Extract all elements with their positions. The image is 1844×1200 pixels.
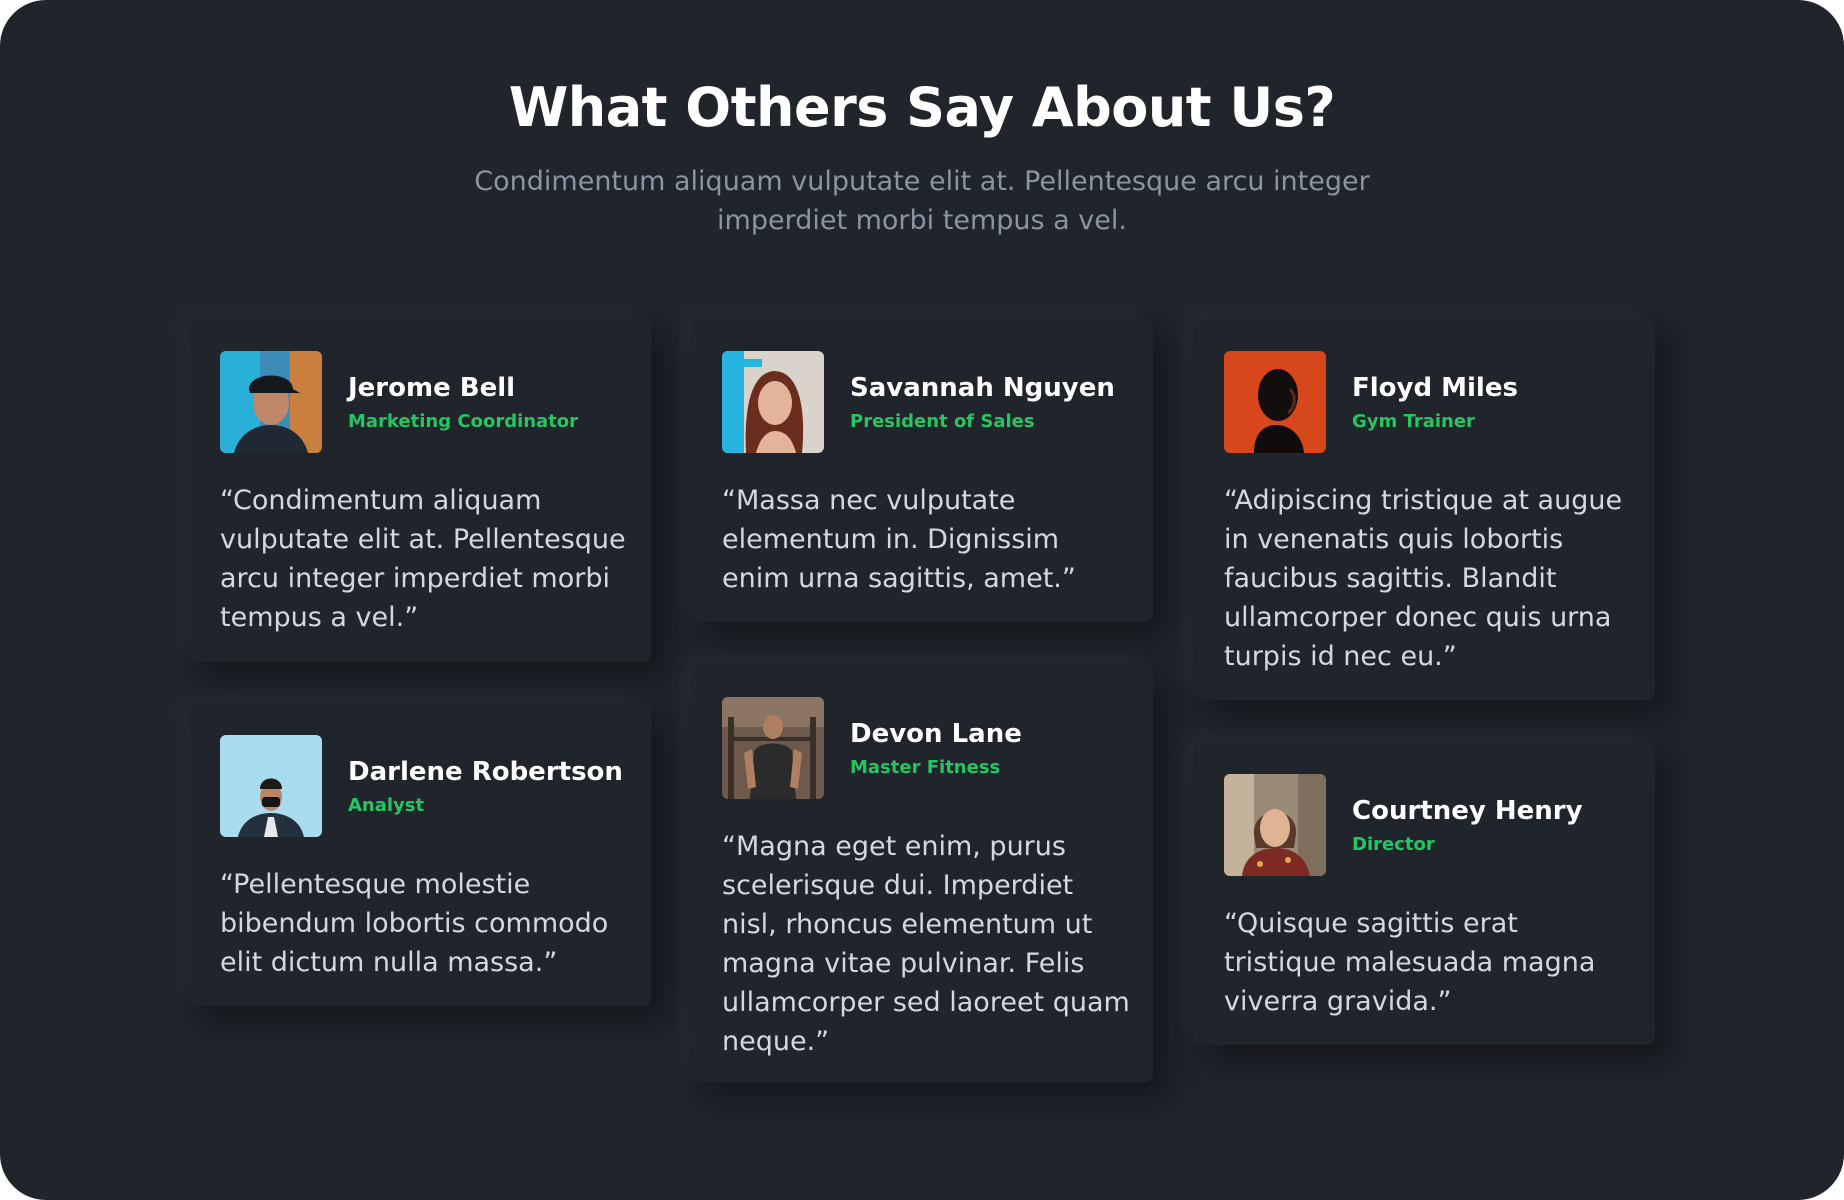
reviewer-role: President of Sales [850,411,1035,432]
testimonial-quote: “Magna eget enim, purus scelerisque dui.… [722,831,1130,1057]
avatar-woman-portrait-photo [722,351,824,453]
testimonial-card-savannah-nguyen: Savannah Nguyen President of Sales “Mass… [691,319,1153,622]
section-title: What Others Say About Us? [508,76,1336,139]
section-subtitle: Condimentum aliquam vulputate elit at. P… [474,166,1370,236]
reviewer-role: Analyst [348,795,425,816]
reviewer-role: Master Fitness [850,757,1001,778]
reviewer-role: Marketing Coordinator [348,411,579,432]
avatar-man-gym-photo [722,697,824,799]
testimonial-quote: “Quisque sagittis erat tristique malesua… [1224,908,1596,1017]
testimonial-quote: “Adipiscing tristique at augue in venena… [1224,485,1623,672]
testimonial-card-floyd-miles: Floyd Miles Gym Trainer “Adipiscing tris… [1193,319,1655,700]
avatar-man-orange-photo [1224,351,1326,453]
testimonial-quote: “Condimentum aliquam vulputate elit at. … [220,485,626,633]
testimonial-card-jerome-bell: Jerome Bell Marketing Coordinator “Condi… [189,319,651,662]
avatar-person-mask-photo [220,735,322,837]
avatar-man-cap-photo [220,351,322,453]
avatar-woman-smiling-photo [1224,774,1326,876]
testimonial-quote: “Massa nec vulputate elementum in. Digni… [722,485,1076,594]
testimonial-quote: “Pellentesque molestie bibendum lobortis… [220,869,609,978]
testimonial-card-devon-lane: Devon Lane Master Fitness “Magna eget en… [691,665,1153,1082]
testimonials-section: What Others Say About Us? Condimentum al… [0,0,1844,1200]
testimonial-card-darlene-robertson: Darlene Robertson Analyst “Pellentesque … [189,703,651,1006]
testimonial-card-courtney-henry: Courtney Henry Director “Quisque sagitti… [1193,742,1655,1045]
reviewer-role: Director [1352,834,1435,855]
reviewer-name: Floyd Miles [1352,373,1518,403]
reviewer-name: Devon Lane [850,719,1022,749]
reviewer-name: Darlene Robertson [348,757,623,787]
reviewer-name: Savannah Nguyen [850,373,1115,403]
reviewer-name: Courtney Henry [1352,796,1583,826]
reviewer-role: Gym Trainer [1352,411,1475,432]
reviewer-name: Jerome Bell [348,373,516,403]
